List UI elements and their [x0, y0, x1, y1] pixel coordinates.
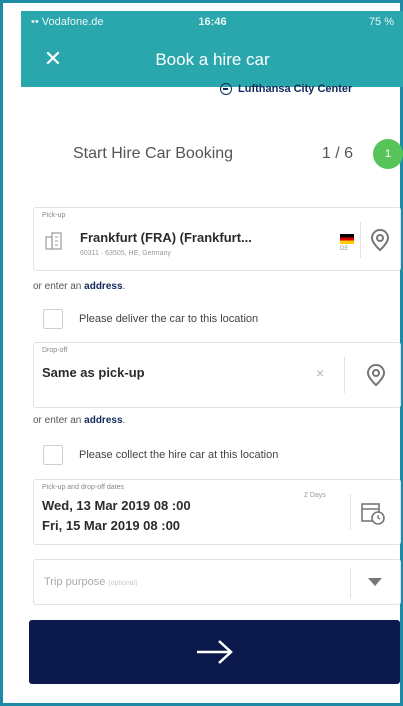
divider [350, 568, 351, 598]
dropoff-value: Same as pick-up [42, 365, 145, 380]
pickup-address: 60311 · 63505, HE, Germany [80, 250, 171, 257]
trip-purpose-placeholder: Trip purpose (optional) [44, 576, 138, 588]
pickup-field[interactable]: Pick-up Frankfurt (FRA) (Frankfurt... 60… [33, 207, 401, 271]
trip-purpose-text: Trip purpose [44, 576, 106, 588]
deliver-checkbox[interactable] [43, 309, 63, 329]
battery-level: 75 % [368, 16, 394, 28]
brand-name: Lufthansa City Center [238, 83, 353, 95]
step-dot: 1 [373, 139, 403, 169]
divider [344, 357, 345, 393]
dates-label: Pick-up and drop-off dates [42, 484, 124, 491]
dropoff-address-link[interactable]: address [84, 415, 122, 426]
map-pin-icon[interactable] [366, 363, 386, 387]
page-title: Book a hire car [155, 50, 270, 69]
calendar-clock-icon[interactable] [360, 500, 386, 526]
collect-checkbox[interactable] [43, 445, 63, 465]
collect-option: Please collect the hire car at this loca… [43, 445, 278, 465]
carrier-label: •• Vodafone.de [31, 16, 104, 28]
chevron-down-icon[interactable] [368, 578, 382, 586]
dropoff-label: Drop-off [42, 347, 68, 354]
address-suffix: . [122, 415, 126, 426]
dropoff-field[interactable]: Drop-off Same as pick-up × [33, 342, 401, 408]
step-title: Start Hire Car Booking [73, 145, 234, 162]
divider [350, 494, 351, 530]
pickup-address-link[interactable]: address [84, 281, 122, 292]
address-suffix: . [122, 281, 126, 292]
brand-logo: Lufthansa City Center [220, 83, 352, 95]
step-count: 1 / 6 [321, 145, 353, 162]
deliver-label: Please deliver the car to this location [79, 313, 259, 325]
nav-bar: ✕ Book a hire car [21, 33, 403, 87]
optional-label: (optional) [108, 580, 138, 587]
deliver-option: Please deliver the car to this location [43, 309, 258, 329]
building-icon [45, 232, 62, 250]
next-button[interactable] [29, 620, 400, 684]
app-header: •• Vodafone.de 16:46 75 % ✕ Book a hire … [21, 11, 403, 87]
screen-frame: •• Vodafone.de 16:46 75 % ✕ Book a hire … [0, 0, 403, 706]
country-code: DE [340, 246, 349, 252]
dropoff-date: Fri, 15 Mar 2019 08 :00 [42, 518, 181, 533]
dates-field[interactable]: Pick-up and drop-off dates Wed, 13 Mar 2… [33, 479, 401, 545]
pickup-value: Frankfurt (FRA) (Frankfurt... [80, 230, 252, 245]
clear-icon[interactable]: × [316, 365, 324, 381]
address-prefix: or enter an [33, 281, 82, 292]
collect-label: Please collect the hire car at this loca… [79, 449, 279, 461]
arrow-right-icon [196, 640, 233, 664]
pickup-date: Wed, 13 Mar 2019 08 :00 [42, 498, 191, 513]
trip-purpose-select[interactable]: Trip purpose (optional) [33, 559, 401, 605]
divider [360, 222, 361, 258]
pickup-label: Pick-up [42, 212, 66, 219]
address-prefix: or enter an [33, 415, 82, 426]
close-icon[interactable]: ✕ [41, 47, 65, 71]
map-pin-icon[interactable] [370, 228, 390, 252]
lufthansa-logo-icon [220, 83, 232, 95]
dropoff-address-row: or enter an address. [33, 415, 125, 426]
clock: 16:46 [198, 16, 227, 28]
pickup-address-row: or enter an address. [33, 281, 125, 292]
germany-flag-icon [340, 234, 354, 244]
step-indicator: Start Hire Car Booking 1 / 6 1 [73, 139, 403, 169]
status-bar: •• Vodafone.de 16:46 75 % [21, 11, 403, 33]
duration-label: 2 Days [304, 492, 326, 499]
